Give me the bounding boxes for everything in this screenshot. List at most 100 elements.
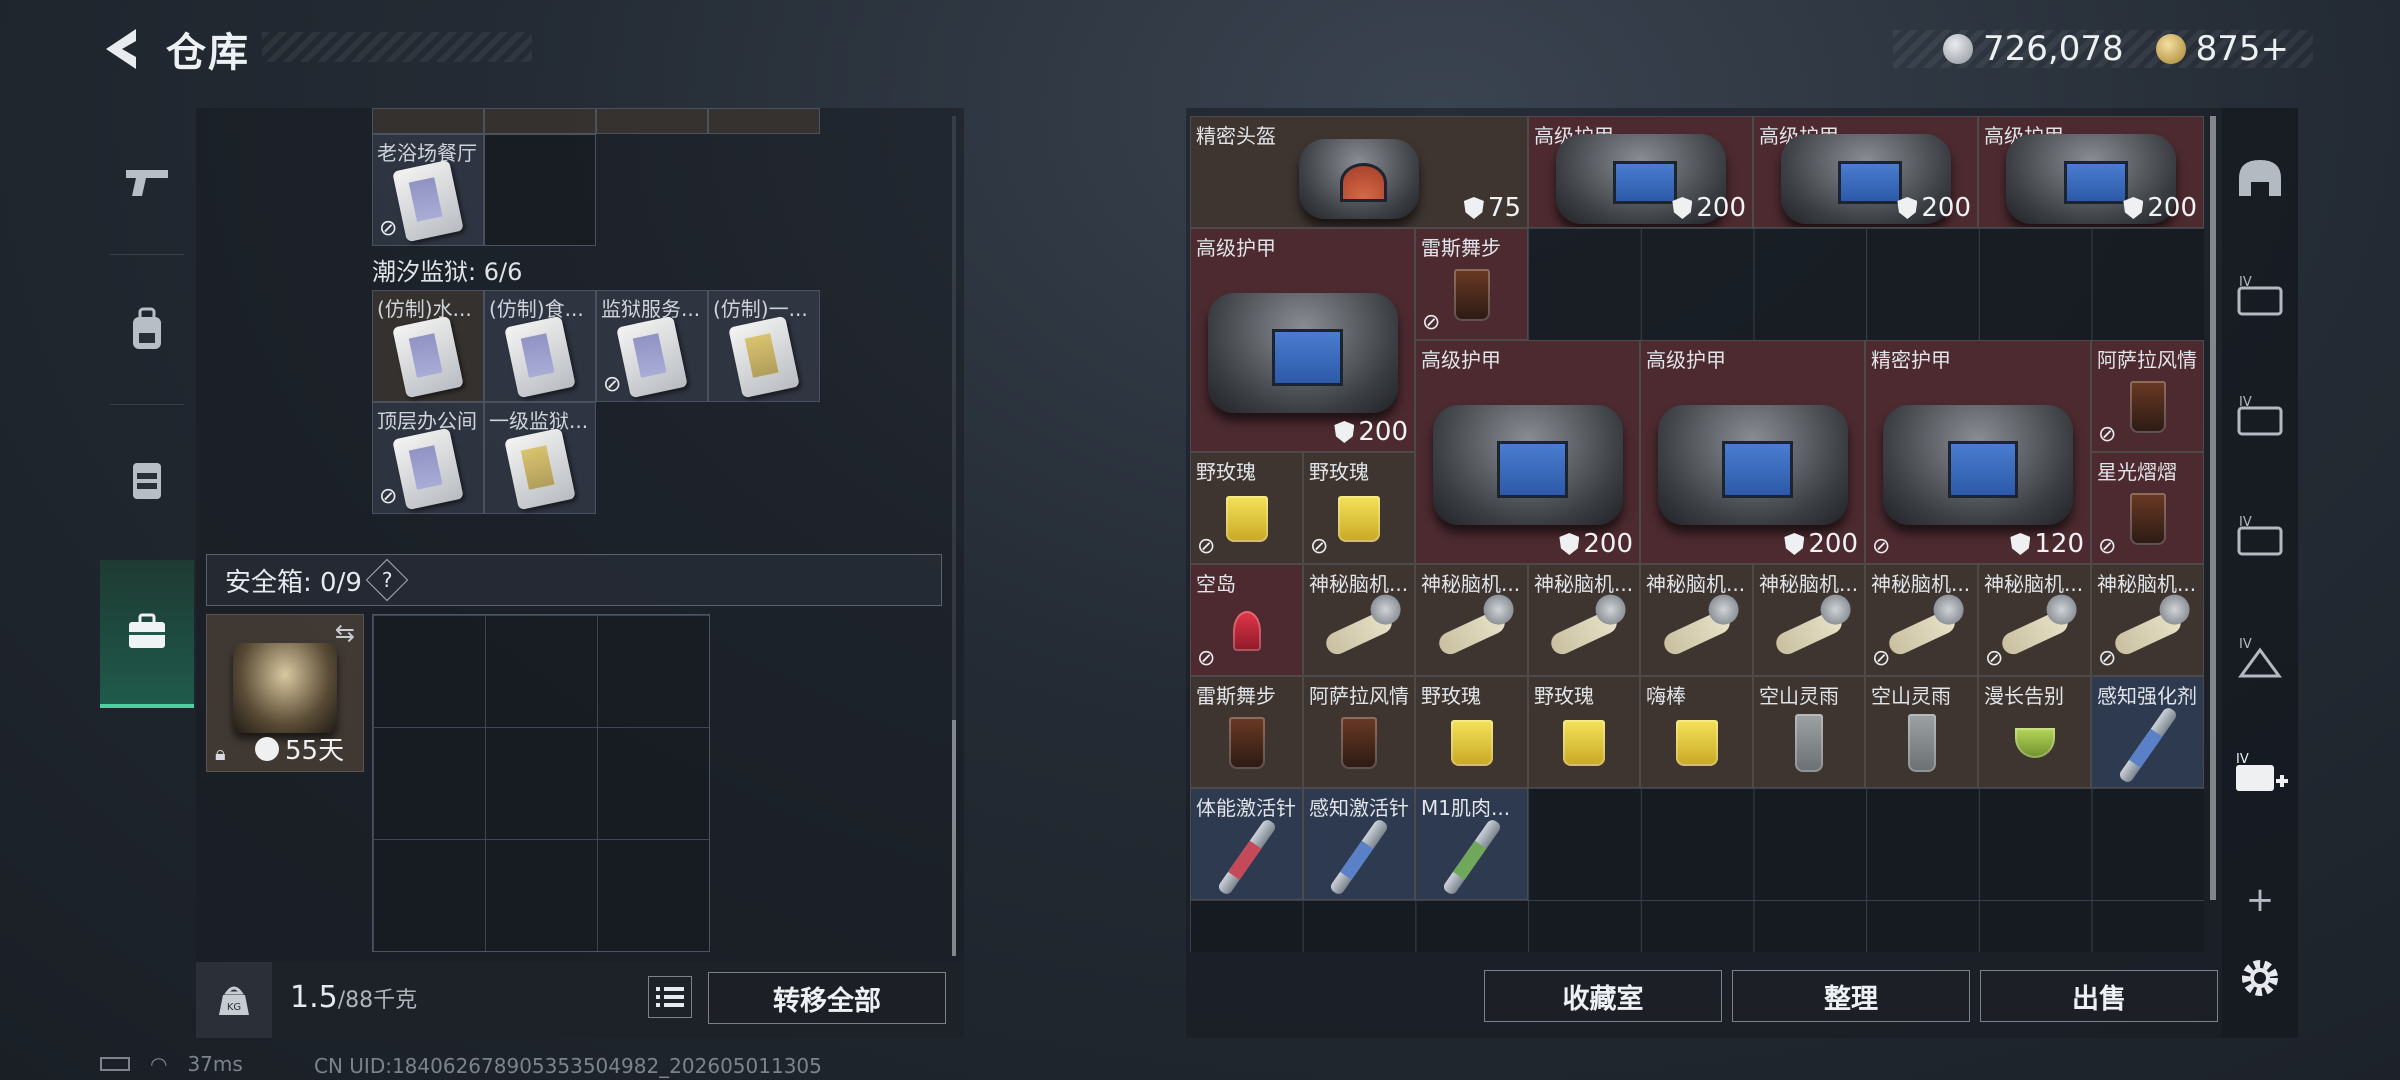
container-iv-2-icon[interactable]: IV (2232, 388, 2288, 444)
container-iv-1-icon[interactable]: IV (2232, 268, 2288, 324)
plus-icon[interactable]: + (2232, 872, 2288, 928)
shield-icon (1672, 197, 1693, 219)
inventory-item-drink[interactable]: 野玫瑰 ⊘ (1190, 452, 1303, 564)
inventory-item-armor[interactable]: 精密护甲 ⊘ 120 (1865, 340, 2091, 564)
keycard-icon (504, 427, 576, 511)
inventory-item-drink[interactable]: 空岛 ⊘ (1190, 564, 1303, 676)
helmet-slot-icon[interactable] (2232, 150, 2288, 206)
grid-cell[interactable] (708, 108, 820, 134)
inventory-item-drink[interactable]: 野玫瑰 (1415, 676, 1528, 788)
add-container-icon[interactable]: IV (2232, 748, 2288, 804)
item-label: 顶层办公间 (377, 409, 477, 433)
inventory-item-drink[interactable]: 野玫瑰 (1528, 676, 1640, 788)
key-card-item[interactable]: 老浴场餐厅 ⊘ (372, 134, 484, 246)
inventory-item-brain-chip[interactable]: 神秘脑机... (1640, 564, 1753, 676)
inventory-item-injector[interactable]: M1肌肉... (1415, 788, 1528, 900)
keycard-icon (392, 427, 464, 511)
key-card-item[interactable]: 顶层办公间 ⊘ (372, 402, 484, 514)
inventory-item-drink[interactable]: 漫长告别 (1978, 676, 2091, 788)
help-button[interactable]: ? (365, 558, 409, 602)
inventory-item-drink[interactable]: 空山灵雨 (1753, 676, 1865, 788)
list-view-button[interactable] (648, 976, 692, 1018)
sort-button[interactable]: 整理 (1732, 970, 1970, 1022)
safe-box-grid[interactable] (372, 614, 710, 952)
status-bar: ◠ 37ms (100, 1052, 243, 1076)
item-label: 野玫瑰 (1309, 460, 1369, 484)
inventory-item-armor[interactable]: 高级护甲 200 (1753, 116, 1978, 228)
drink-icon (1675, 720, 1718, 766)
inventory-item-brain-chip[interactable]: 神秘脑机... (1303, 564, 1415, 676)
tab-vest[interactable] (100, 406, 194, 552)
inventory-item-brain-chip[interactable]: 神秘脑机... ⊘ (1865, 564, 1978, 676)
tab-safe-box[interactable] (100, 560, 194, 708)
safe-box-item[interactable]: ⇆ 🔒︎ 55天 (206, 614, 364, 772)
keycard-icon (504, 315, 576, 399)
swap-icon[interactable]: ⇆ (335, 619, 355, 647)
svg-text:KG: KG (227, 1002, 241, 1013)
drink-icon (1225, 496, 1268, 542)
inventory-item-drink[interactable]: 空山灵雨 (1865, 676, 1978, 788)
briefcase-icon (129, 613, 165, 648)
key-card-item[interactable]: 监狱服务... ⊘ (596, 290, 708, 402)
inventory-item-armor[interactable]: 高级护甲 200 (1978, 116, 2204, 228)
kg-weight-icon: KG (196, 962, 272, 1038)
key-card-item[interactable]: (仿制)一... (708, 290, 820, 402)
tab-backpack[interactable] (100, 256, 194, 402)
inventory-item-armor[interactable]: 高级护甲 200 (1528, 116, 1753, 228)
grid-cell[interactable] (484, 134, 596, 246)
storage-scroll-thumb[interactable] (952, 720, 956, 956)
inventory-item-brain-chip[interactable]: 神秘脑机... (1753, 564, 1865, 676)
inventory-item-drink[interactable]: 星光熠熠 ⊘ (2091, 452, 2204, 564)
item-label: 高级护甲 (1421, 348, 1501, 372)
item-label: (仿制)水... (377, 297, 472, 321)
inventory-item-drink[interactable]: 野玫瑰 ⊘ (1303, 452, 1415, 564)
inventory-item-drink[interactable]: 雷斯舞步 (1190, 676, 1303, 788)
inventory-item-armor[interactable]: 高级护甲 200 (1190, 228, 1415, 452)
tab-divider (110, 254, 184, 255)
grid-cell[interactable] (596, 108, 708, 134)
inventory-item-injector[interactable]: 感知强化剂 (2091, 676, 2204, 788)
tab-weapons[interactable] (100, 108, 194, 254)
inventory-item-drink[interactable]: 阿萨拉风情 (1303, 676, 1415, 788)
collection-room-button[interactable]: 收藏室 (1484, 970, 1722, 1022)
inventory-item-brain-chip[interactable]: 神秘脑机... (1528, 564, 1640, 676)
inventory-item-injector[interactable]: 体能激活针 (1190, 788, 1303, 900)
grid-cell[interactable] (484, 108, 596, 134)
inventory-item-armor[interactable]: 高级护甲 200 (1640, 340, 1865, 564)
container-iv-3-icon[interactable]: IV (2232, 508, 2288, 564)
inventory-item-drink[interactable]: 雷斯舞步 ⊘ (1415, 228, 1528, 340)
key-card-item[interactable]: 一级监狱... (484, 402, 596, 514)
sell-button[interactable]: 出售 (1980, 970, 2218, 1022)
inventory-item-injector[interactable]: 感知激活针 (1303, 788, 1415, 900)
item-label: 雷斯舞步 (1196, 684, 1276, 708)
inventory-item-brain-chip[interactable]: 神秘脑机... ⊘ (2091, 564, 2204, 676)
durability-value: 200 (1358, 417, 1408, 447)
item-label: 星光熠熠 (2097, 460, 2177, 484)
gold-amount[interactable]: 875+ (2196, 29, 2289, 69)
inventory-item-drink[interactable]: 阿萨拉风情 ⊘ (2091, 340, 2204, 452)
inventory-item-drink[interactable]: 嗨棒 (1640, 676, 1753, 788)
vest-icon (133, 463, 161, 499)
shield-icon (1897, 197, 1918, 219)
container-iv-4-icon[interactable]: IV (2232, 630, 2288, 686)
transfer-all-button[interactable]: 转移全部 (708, 972, 946, 1024)
armor-icon (1883, 405, 2073, 526)
key-card-item[interactable]: (仿制)水... (372, 290, 484, 402)
item-label: 感知强化剂 (2097, 684, 2197, 708)
item-label: 神秘脑机... (1984, 572, 2084, 596)
inventory-item-brain-chip[interactable]: 神秘脑机... ⊘ (1978, 564, 2091, 676)
key-card-item[interactable]: (仿制)食... (484, 290, 596, 402)
item-label: (仿制)食... (489, 297, 584, 321)
durability-value: 200 (1696, 193, 1746, 223)
grid-cell[interactable] (372, 108, 484, 134)
backpack-scrollbar[interactable] (2210, 116, 2216, 900)
no-link-icon: ⊘ (1872, 646, 1891, 671)
inventory-item-armor[interactable]: 高级护甲 200 (1415, 340, 1640, 564)
no-link-icon: ⊘ (2098, 646, 2117, 671)
no-link-icon: ⊘ (2098, 422, 2117, 447)
inventory-item-helmet[interactable]: 精密头盔 75 (1190, 116, 1528, 228)
inventory-item-brain-chip[interactable]: 神秘脑机... (1415, 564, 1528, 676)
item-label: 高级护甲 (1646, 348, 1726, 372)
settings-gear-icon[interactable] (2232, 950, 2288, 1006)
back-button[interactable] (100, 22, 144, 76)
